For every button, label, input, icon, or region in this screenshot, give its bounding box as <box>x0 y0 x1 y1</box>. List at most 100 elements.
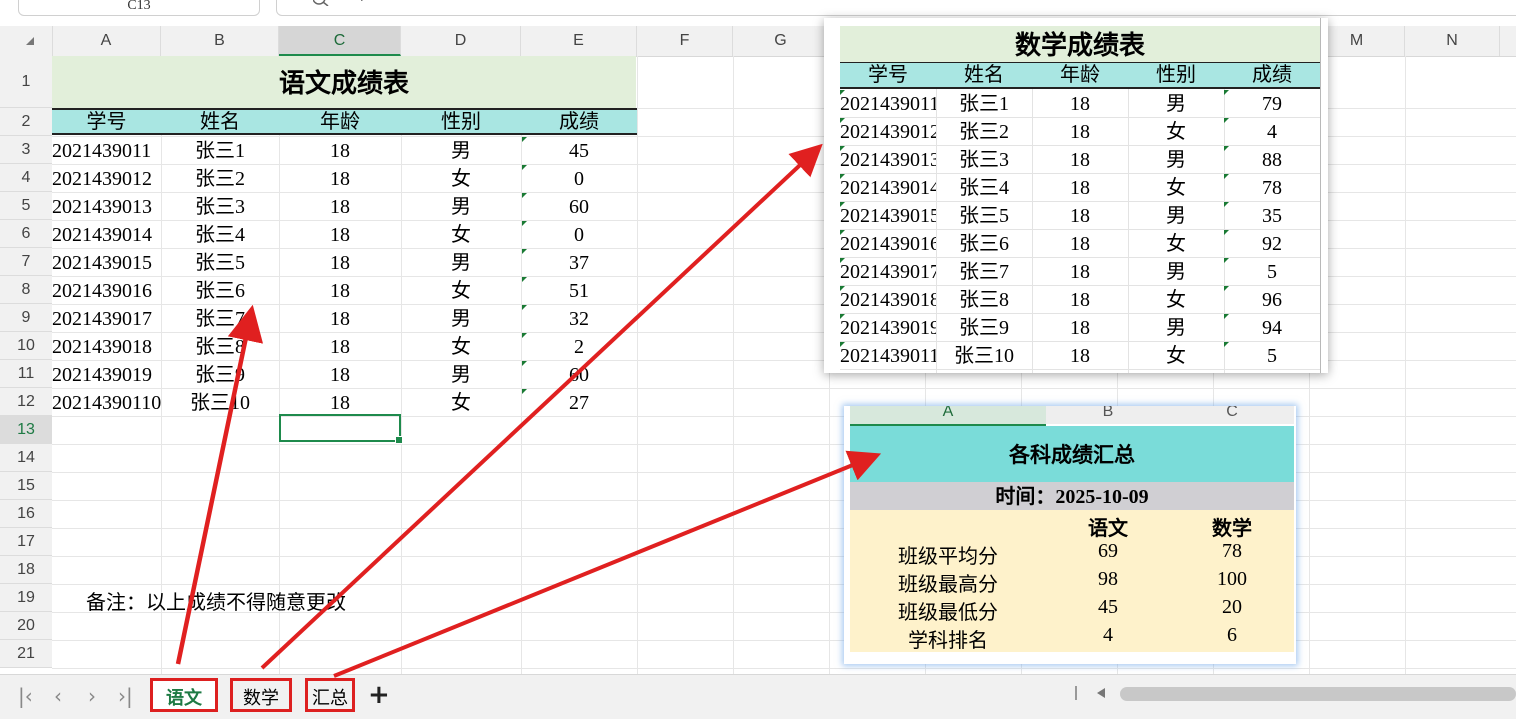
column-header-n[interactable]: N <box>1405 26 1500 56</box>
prev-sheet-icon[interactable]: ‹ <box>54 684 62 708</box>
chinese-cell[interactable]: 18 <box>279 304 401 332</box>
chinese-cell[interactable]: 男 <box>401 136 521 164</box>
chinese-cell[interactable]: 18 <box>279 164 401 192</box>
row-header-15[interactable]: 15 <box>0 472 52 500</box>
horizontal-scrollbar[interactable] <box>1120 687 1516 701</box>
chinese-cell[interactable]: 女 <box>401 332 521 360</box>
scroll-left-icon[interactable] <box>1097 688 1105 698</box>
chinese-cell[interactable]: 张三1 <box>161 136 279 164</box>
column-header-a[interactable]: A <box>52 26 161 56</box>
chinese-cell[interactable]: 张三8 <box>161 332 279 360</box>
chinese-cell[interactable]: 女 <box>401 220 521 248</box>
chinese-cell[interactable]: 张三2 <box>161 164 279 192</box>
chinese-cell[interactable]: 2021439013 <box>52 192 161 220</box>
chinese-cell[interactable]: 男 <box>401 248 521 276</box>
row-header-3[interactable]: 3 <box>0 136 52 164</box>
math-cell: 女 <box>1166 345 1186 367</box>
last-sheet-icon[interactable]: ›| <box>118 684 133 708</box>
chinese-cell[interactable]: 2021439012 <box>52 164 161 192</box>
row-header-11[interactable]: 11 <box>0 360 52 388</box>
column-header-f[interactable]: F <box>637 26 733 56</box>
row-header-19[interactable]: 19 <box>0 584 52 612</box>
row-header-13[interactable]: 13 <box>0 416 52 444</box>
chinese-cell[interactable]: 18 <box>279 360 401 388</box>
tab-summary[interactable]: 汇总 <box>305 678 355 712</box>
row-header-2[interactable]: 2 <box>0 108 52 136</box>
chinese-cell[interactable]: 45 <box>521 136 637 164</box>
scroll-divider[interactable] <box>1075 686 1077 700</box>
chinese-cell[interactable]: 女 <box>401 388 521 416</box>
chinese-cell[interactable]: 18 <box>279 248 401 276</box>
chinese-cell[interactable]: 37 <box>521 248 637 276</box>
column-header-g[interactable]: G <box>733 26 829 56</box>
chinese-cell[interactable]: 张三4 <box>161 220 279 248</box>
math-cell: 18 <box>1070 317 1090 339</box>
row-header-17[interactable]: 17 <box>0 528 52 556</box>
row-header-8[interactable]: 8 <box>0 276 52 304</box>
chinese-cell[interactable]: 2021439019 <box>52 360 161 388</box>
chinese-cell[interactable]: 张三6 <box>161 276 279 304</box>
first-sheet-icon[interactable]: |‹ <box>18 684 33 708</box>
row-header-14[interactable]: 14 <box>0 444 52 472</box>
chinese-cell[interactable]: 18 <box>279 332 401 360</box>
chinese-cell[interactable]: 27 <box>521 388 637 416</box>
chinese-cell[interactable]: 18 <box>279 276 401 304</box>
chinese-cell[interactable]: 女 <box>401 276 521 304</box>
row-header-5[interactable]: 5 <box>0 192 52 220</box>
tab-math[interactable]: 数学 <box>230 678 292 712</box>
chinese-cell[interactable]: 女 <box>401 164 521 192</box>
chinese-cell[interactable]: 18 <box>279 220 401 248</box>
math-cell: 2021439013 <box>840 149 936 171</box>
chinese-cell[interactable]: 张三3 <box>161 192 279 220</box>
chinese-cell[interactable]: 男 <box>401 360 521 388</box>
chinese-cell[interactable]: 20214390110 <box>52 388 161 416</box>
chinese-cell[interactable]: 2021439011 <box>52 136 161 164</box>
chinese-cell[interactable]: 18 <box>279 192 401 220</box>
chinese-cell[interactable]: 2021439014 <box>52 220 161 248</box>
column-header-d[interactable]: D <box>401 26 521 56</box>
chinese-cell[interactable]: 男 <box>401 192 521 220</box>
row-header-12[interactable]: 12 <box>0 388 52 416</box>
chinese-cell[interactable]: 2021439016 <box>52 276 161 304</box>
next-sheet-icon[interactable]: › <box>88 684 96 708</box>
chinese-cell[interactable]: 18 <box>279 136 401 164</box>
chinese-cell[interactable]: 男 <box>401 304 521 332</box>
tab-chinese[interactable]: 语文 <box>150 678 218 712</box>
chinese-cell[interactable]: 2021439017 <box>52 304 161 332</box>
row-header-18[interactable]: 18 <box>0 556 52 584</box>
row-header-21[interactable]: 21 <box>0 640 52 668</box>
chinese-cell[interactable]: 51 <box>521 276 637 304</box>
selected-cell-c13[interactable] <box>279 414 403 444</box>
chinese-cell[interactable]: 18 <box>279 388 401 416</box>
arrow-summary <box>333 450 882 678</box>
column-header-e[interactable]: E <box>521 26 637 56</box>
row-header-4[interactable]: 4 <box>0 164 52 192</box>
select-all-corner[interactable] <box>0 26 53 56</box>
row-header-6[interactable]: 6 <box>0 220 52 248</box>
row-header-10[interactable]: 10 <box>0 332 52 360</box>
chinese-cell[interactable]: 张三7 <box>161 304 279 332</box>
math-cell: 88 <box>1262 149 1282 171</box>
chinese-cell[interactable]: 2021439015 <box>52 248 161 276</box>
row-header-7[interactable]: 7 <box>0 248 52 276</box>
column-header-c[interactable]: C <box>279 26 401 56</box>
row-header-20[interactable]: 20 <box>0 612 52 640</box>
add-sheet-button[interactable]: + <box>368 680 390 710</box>
row-header-9[interactable]: 9 <box>0 304 52 332</box>
chinese-cell[interactable]: 0 <box>521 164 637 192</box>
chinese-cell[interactable]: 张三9 <box>161 360 279 388</box>
row-header-1[interactable]: 1 <box>0 56 52 108</box>
formula-bar[interactable]: fx <box>276 0 1516 16</box>
chinese-cell[interactable]: 32 <box>521 304 637 332</box>
row-header-16[interactable]: 16 <box>0 500 52 528</box>
column-header-b[interactable]: B <box>161 26 279 56</box>
chinese-cell[interactable]: 60 <box>521 360 637 388</box>
chinese-cell[interactable]: 2 <box>521 332 637 360</box>
chinese-cell[interactable]: 张三10 <box>161 388 279 416</box>
chinese-cell[interactable]: 60 <box>521 192 637 220</box>
name-box[interactable]: C13 <box>18 0 260 16</box>
row-gridline <box>52 640 1516 641</box>
chinese-cell[interactable]: 2021439018 <box>52 332 161 360</box>
chinese-cell[interactable]: 0 <box>521 220 637 248</box>
chinese-cell[interactable]: 张三5 <box>161 248 279 276</box>
